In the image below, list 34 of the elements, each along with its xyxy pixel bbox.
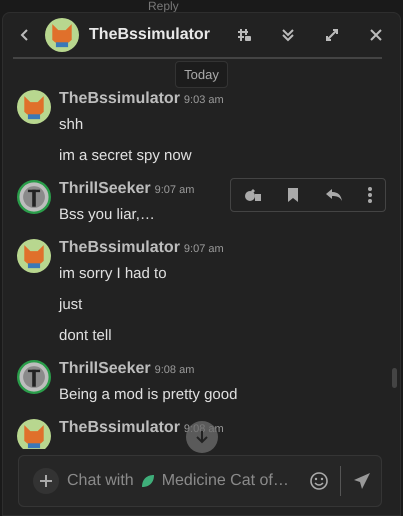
react-button[interactable] — [244, 188, 262, 202]
message-time: 9:08 am — [154, 364, 194, 376]
close-icon — [370, 29, 382, 41]
emoji-icon[interactable] — [310, 472, 328, 490]
message-time: 9:07 am — [184, 243, 224, 255]
chat-title: TheBssimulator — [89, 26, 210, 44]
message-text: shh — [59, 115, 84, 135]
leaf-icon — [140, 473, 156, 489]
expand-icon — [324, 28, 339, 42]
author-name: TheBssimulator — [59, 239, 180, 257]
message-text: just — [59, 295, 84, 315]
author-name: TheBssimulator — [59, 419, 180, 437]
message-text: dont tell — [59, 326, 113, 346]
scrollbar-thumb[interactable] — [392, 368, 397, 388]
author-name: ThrillSeeker — [59, 180, 151, 198]
reply-button[interactable] — [324, 188, 343, 202]
message-text: Being a mod is pretty good — [59, 385, 238, 405]
message-text: im a secret spy now — [59, 146, 193, 166]
plus-icon — [39, 474, 53, 488]
message-text: im sorry I had to — [59, 264, 168, 284]
more-button[interactable] — [368, 187, 372, 203]
author-name: TheBssimulator — [59, 90, 180, 108]
add-button[interactable] — [33, 468, 59, 494]
double-chevron-icon — [280, 28, 295, 42]
threads-icon — [236, 27, 252, 43]
message-text: Bss you liar,… — [59, 205, 156, 225]
author-name: ThrillSeeker — [59, 360, 151, 378]
message-time: 9:03 am — [184, 94, 224, 106]
composer-placeholder: Chat with — [67, 472, 134, 490]
channel-name: Medicine Cat of… — [162, 472, 289, 490]
bookmark-button[interactable] — [287, 187, 300, 203]
message-time: 9:07 am — [154, 184, 194, 196]
send-icon[interactable] — [353, 472, 371, 490]
message-composer[interactable]: Chat with Medicine Cat of… — [18, 455, 382, 507]
